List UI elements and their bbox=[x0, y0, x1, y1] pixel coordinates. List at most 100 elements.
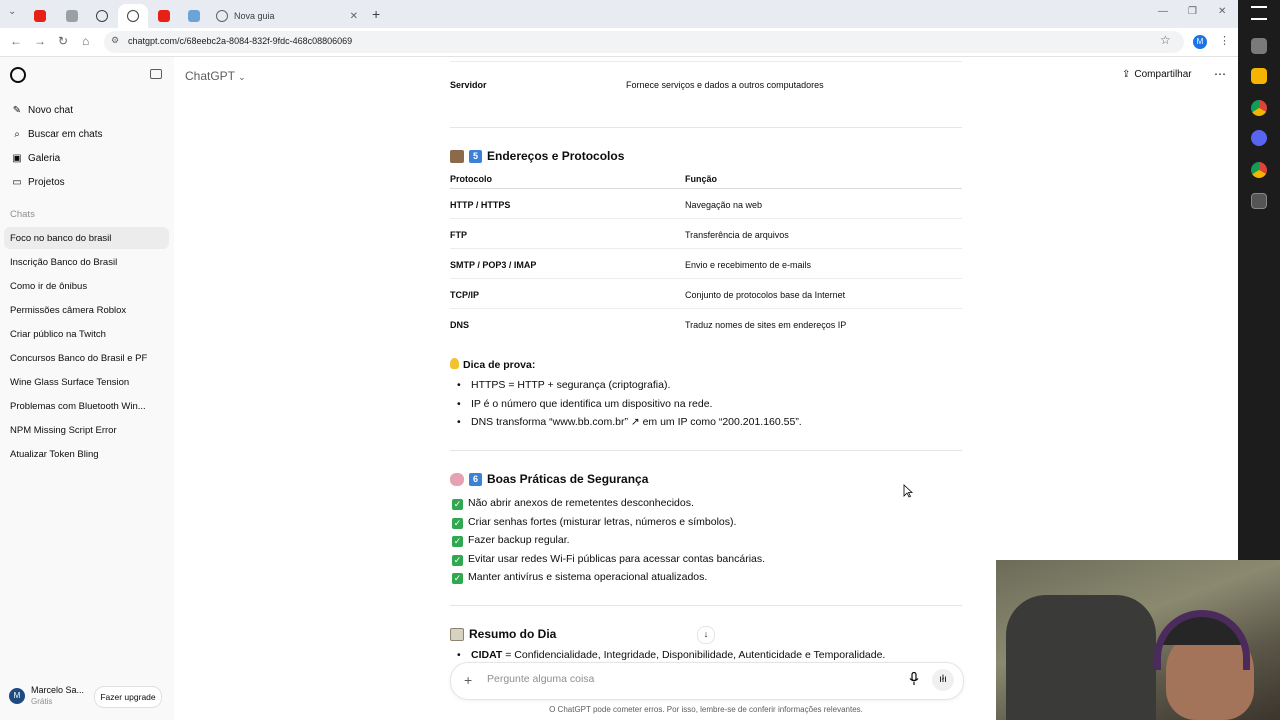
tab-nova-guia[interactable]: Nova guia ✕ bbox=[210, 4, 366, 28]
site-info-icon[interactable]: ⚙ bbox=[111, 35, 119, 46]
sidebar-item-label: Buscar em chats bbox=[28, 128, 103, 140]
tab-pdf[interactable] bbox=[60, 4, 84, 28]
section-divider bbox=[450, 127, 962, 128]
search-icon: ⌕ bbox=[14, 128, 20, 140]
tab-chatgpt-1[interactable] bbox=[90, 4, 114, 28]
model-selector[interactable]: ChatGPT ⌄ bbox=[185, 69, 246, 83]
table-divider bbox=[450, 248, 962, 249]
tab-youtube-1[interactable] bbox=[28, 4, 52, 28]
sidebar-item-label: Novo chat bbox=[28, 104, 74, 116]
list-item-text: = Confidencialidade, Integridade, Dispon… bbox=[502, 649, 886, 661]
table-cell: SMTP / POP3 / IMAP bbox=[450, 260, 537, 270]
reload-icon[interactable]: ↻ bbox=[58, 34, 68, 48]
table-header: Protocolo bbox=[450, 174, 492, 184]
chrome-profile-icon[interactable] bbox=[1251, 162, 1267, 178]
chat-item[interactable]: Concursos Banco do Brasil e PF bbox=[4, 347, 169, 369]
section-heading: 6 Boas Práticas de Segurança bbox=[450, 472, 648, 486]
tab-title: Nova guia bbox=[234, 11, 275, 21]
tab-list-chevron-icon[interactable]: ⌄ bbox=[8, 6, 16, 17]
sidebar-search-chats[interactable]: ⌕ Buscar em chats bbox=[0, 123, 170, 145]
new-tab-button[interactable]: + bbox=[372, 6, 380, 22]
list-item: CIDAT = Confidencialidade, Integridade, … bbox=[457, 649, 886, 661]
list-item: DNS transforma “www.bb.com.br” ↗ em um I… bbox=[457, 416, 802, 428]
list-item: IP é o número que identifica um disposit… bbox=[457, 398, 712, 410]
checkmark-icon: ✓ bbox=[452, 518, 463, 529]
prompt-input[interactable] bbox=[485, 672, 869, 686]
number-badge: 6 bbox=[469, 472, 482, 486]
section-title: Boas Práticas de Segurança bbox=[487, 472, 649, 486]
table-divider bbox=[450, 188, 962, 189]
chat-item[interactable]: Wine Glass Surface Tension bbox=[4, 371, 169, 393]
share-label: Compartilhar bbox=[1134, 69, 1192, 80]
network-icon[interactable] bbox=[1251, 38, 1267, 54]
chat-item[interactable]: Inscrição Banco do Brasil bbox=[4, 251, 169, 273]
share-button[interactable]: ⇪ Compartilhar bbox=[1122, 69, 1192, 80]
user-avatar: M bbox=[9, 688, 25, 704]
list-item: ✓ Fazer backup regular. bbox=[452, 534, 570, 547]
browser-menu-icon[interactable]: ⋮ bbox=[1219, 34, 1230, 47]
chatgpt-logo-icon[interactable] bbox=[10, 67, 26, 83]
minimize-icon[interactable]: — bbox=[1158, 6, 1168, 17]
list-item-text: Criar senhas fortes (misturar letras, nú… bbox=[468, 516, 737, 528]
menu-icon[interactable] bbox=[1251, 6, 1267, 20]
address-bar[interactable]: ⚙ chatgpt.com/c/68eebc2a-8084-832f-9fdc-… bbox=[104, 31, 1184, 53]
chrome-icon[interactable] bbox=[1251, 100, 1267, 116]
window-close-icon[interactable]: ✕ bbox=[1218, 6, 1226, 17]
browser-profile-avatar[interactable]: M bbox=[1193, 35, 1207, 49]
user-menu[interactable]: M Marcelo Sa... Grátis Fazer upgrade bbox=[0, 680, 174, 720]
document-icon bbox=[66, 10, 78, 22]
upgrade-button[interactable]: Fazer upgrade bbox=[94, 686, 162, 708]
chat-item[interactable]: Atualizar Token Bling bbox=[4, 443, 169, 465]
microphone-icon[interactable] bbox=[909, 671, 919, 686]
discord-icon[interactable] bbox=[1251, 130, 1267, 146]
disclaimer-text: O ChatGPT pode cometer erros. Por isso, … bbox=[549, 705, 863, 714]
chat-item[interactable]: Problemas com Bluetooth Win... bbox=[4, 395, 169, 417]
image-icon: ▣ bbox=[12, 152, 22, 164]
sidebar-toggle-icon[interactable] bbox=[150, 69, 162, 79]
youtube-icon bbox=[158, 10, 170, 22]
prompt-composer: + ıłı bbox=[450, 662, 964, 700]
user-name: Marcelo Sa... bbox=[31, 685, 85, 695]
site-icon bbox=[188, 10, 200, 22]
table-cell: Fornece serviços e dados a outros comput… bbox=[626, 80, 824, 90]
chat-item[interactable]: Como ir de ônibus bbox=[4, 275, 169, 297]
close-tab-icon[interactable]: ✕ bbox=[350, 11, 358, 22]
chat-item[interactable]: Permissões câmera Roblox bbox=[4, 299, 169, 321]
forward-icon[interactable]: → bbox=[34, 34, 46, 48]
restore-icon[interactable]: ❐ bbox=[1188, 6, 1197, 17]
chrome-icon bbox=[216, 10, 228, 22]
section-heading: 5 Endereços e Protocolos bbox=[450, 149, 624, 163]
list-item-text: Não abrir anexos de remetentes desconhec… bbox=[468, 497, 694, 509]
back-icon[interactable]: ← bbox=[10, 34, 22, 48]
chat-item[interactable]: Foco no banco do brasil bbox=[4, 227, 169, 249]
more-options-icon[interactable]: ⋯ bbox=[1214, 67, 1226, 81]
chatgpt-icon bbox=[127, 10, 139, 22]
checkmark-icon: ✓ bbox=[452, 499, 463, 510]
chat-item[interactable]: NPM Missing Script Error bbox=[4, 419, 169, 441]
table-cell: Transferência de arquivos bbox=[685, 230, 789, 240]
voice-mode-icon[interactable]: ıłı bbox=[932, 669, 954, 691]
app-icon[interactable] bbox=[1251, 193, 1267, 209]
add-attachment-icon[interactable]: + bbox=[464, 672, 472, 688]
bookmark-star-icon[interactable]: ☆ bbox=[1160, 33, 1171, 47]
chevron-down-icon: ⌄ bbox=[238, 72, 246, 82]
sidebar-new-chat[interactable]: ✎ Novo chat bbox=[0, 99, 170, 121]
section-divider bbox=[450, 605, 962, 606]
lightbulb-icon bbox=[450, 358, 459, 369]
edit-icon: ✎ bbox=[12, 104, 22, 116]
tab-chatgpt-active[interactable] bbox=[118, 4, 148, 28]
scroll-icon bbox=[450, 627, 464, 641]
tip-title: Dica de prova: bbox=[463, 359, 536, 371]
list-item: HTTPS = HTTP + segurança (criptografia). bbox=[457, 379, 670, 391]
tab-site[interactable] bbox=[182, 4, 206, 28]
tab-youtube-2[interactable] bbox=[152, 4, 176, 28]
share-icon: ⇪ bbox=[1122, 69, 1131, 80]
home-icon[interactable]: ⌂ bbox=[82, 34, 89, 48]
scroll-to-bottom-button[interactable]: ↓ bbox=[697, 626, 715, 644]
chat-item[interactable]: Criar público na Twitch bbox=[4, 323, 169, 345]
sidebar-projects[interactable]: ▭ Projetos bbox=[0, 171, 170, 193]
sidebar-gallery[interactable]: ▣ Galeria bbox=[0, 147, 170, 169]
folder-icon[interactable] bbox=[1251, 68, 1267, 84]
number-badge: 5 bbox=[469, 149, 482, 163]
browser-toolbar: ← → ↻ ⌂ ⚙ chatgpt.com/c/68eebc2a-8084-83… bbox=[0, 28, 1238, 57]
